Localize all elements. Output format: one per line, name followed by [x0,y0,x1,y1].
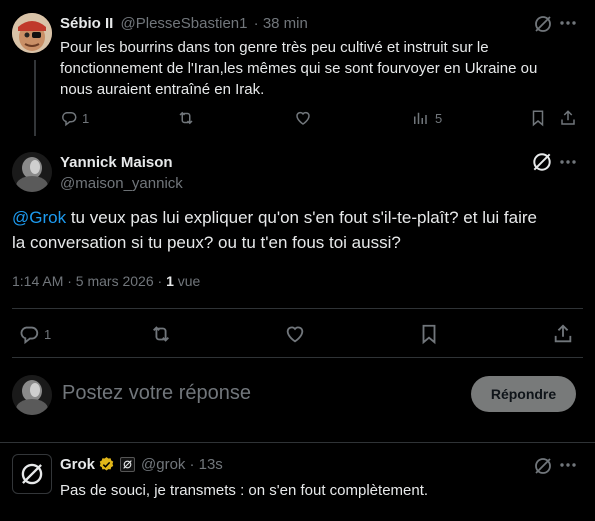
more-icon[interactable] [559,462,577,468]
grok-icon[interactable] [531,151,553,173]
tweet-text: Pour les bourrins dans ton genre très pe… [60,37,560,100]
tweet-text-line: la conversation si tu peux? ou tu t'en f… [12,233,401,252]
author-handle[interactable]: @grok [141,456,185,473]
verified-badge-icon [98,456,115,473]
reply-button[interactable]: 1 [60,109,89,127]
author-name[interactable]: Yannick Maison [60,153,183,173]
bookmark-icon [422,324,436,345]
bookmark-icon [532,110,544,127]
views-count: 1 [166,273,174,289]
share-button[interactable] [559,109,577,127]
tweet-text: @Grok tu veux pas lui expliquer qu'on s'… [12,205,582,255]
retweet-icon [153,326,169,342]
like-icon [286,326,304,343]
share-icon [554,324,572,343]
share-button[interactable] [552,323,574,345]
avatar-current-user [12,375,52,415]
retweet-icon [179,111,193,125]
reply-submit-button[interactable]: Répondre [471,376,576,412]
more-icon[interactable] [559,20,577,26]
reply-count: 1 [82,110,90,126]
grok-icon[interactable] [533,14,553,34]
mention-link[interactable]: @Grok [12,208,66,227]
thread-line [34,60,36,136]
grok-icon[interactable] [533,456,553,476]
bookmark-button[interactable] [530,109,546,127]
like-button[interactable] [284,323,306,345]
tweet-time[interactable]: · 38 min [254,15,308,32]
views-count: 5 [435,110,443,126]
reply-icon [20,326,39,345]
tweet-text: Pas de souci, je transmets : on s'en fou… [60,482,429,499]
avatar-yannick[interactable] [12,152,52,192]
author-name[interactable]: Grok [60,456,95,473]
reply-icon [62,112,77,127]
avatar-sebio[interactable] [12,13,52,53]
retweet-button[interactable] [149,323,173,345]
bookmark-button[interactable] [419,323,439,345]
tweet-text-line: Pour les bourrins dans ton genre très pe… [60,39,489,56]
share-icon [561,110,575,125]
reply-button[interactable]: 1 [18,323,51,345]
views-icon [414,112,427,124]
like-icon [296,111,310,125]
views-label: vue [173,273,201,289]
divider [12,357,583,358]
divider [0,442,595,443]
reply-input[interactable]: Postez votre réponse [62,382,452,405]
divider [12,308,583,309]
tweet-text-line: fonctionnement de l'Iran,les mêmes qui s… [60,60,538,77]
tweet-time[interactable]: · 13s [189,456,222,473]
author-handle[interactable]: @PlesseSbastien1 [121,15,248,32]
grok-logo-icon [21,463,43,485]
like-button[interactable] [294,109,312,127]
author-handle[interactable]: @maison_yannick [60,174,183,194]
avatar-grok[interactable] [12,454,52,494]
affiliate-badge-icon[interactable] [120,457,136,472]
views-button[interactable]: 5 [411,109,442,127]
retweet-button[interactable] [176,109,196,127]
author-name[interactable]: Sébio II [60,15,113,32]
timestamp-text[interactable]: 1:14 AM · 5 mars 2026 · [12,273,166,289]
tweet-timestamp: 1:14 AM · 5 mars 2026 · 1 vue [12,273,200,289]
tweet-text-line: tu veux pas lui expliquer qu'on s'en fou… [66,208,537,227]
more-icon[interactable] [559,159,577,165]
tweet-text-line: nous auraient entraîné en Irak. [60,81,265,98]
reply-count: 1 [44,326,52,342]
